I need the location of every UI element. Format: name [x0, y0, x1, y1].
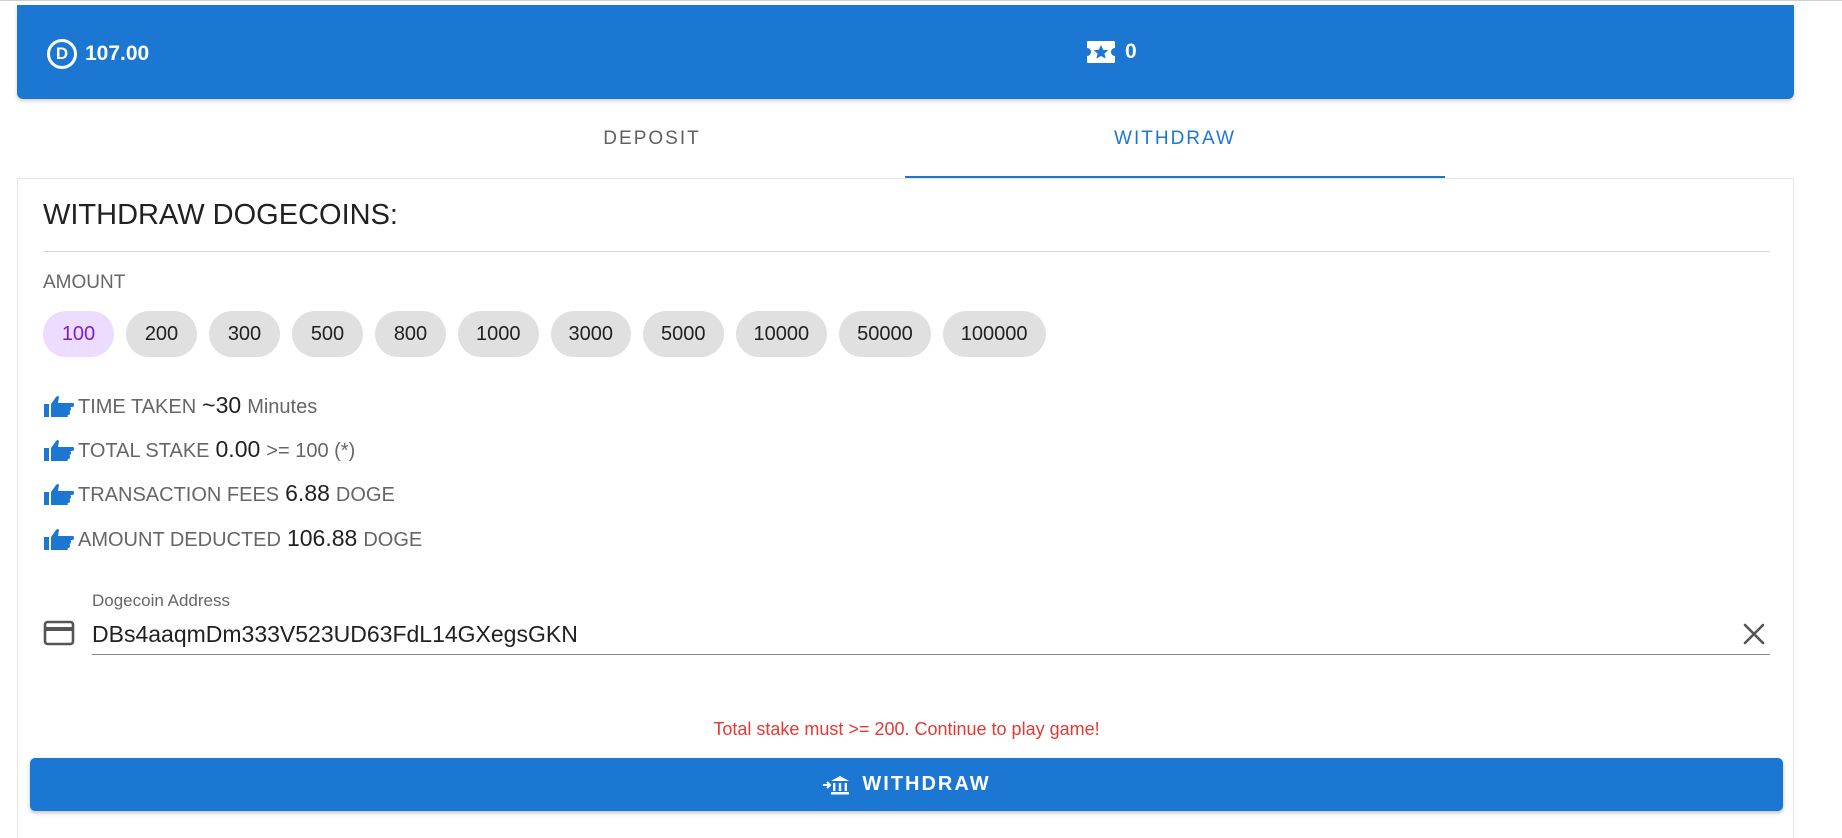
- total-stake-label: TOTAL STAKE: [78, 440, 210, 462]
- time-taken-suffix: Minutes: [247, 396, 318, 418]
- total-stake-value: 0.00: [215, 436, 261, 462]
- balance-bar: D 107.00 0: [17, 5, 1794, 99]
- credit-card-icon: [43, 620, 75, 646]
- page-title: WITHDRAW DOGECOINS:: [43, 199, 398, 231]
- tab-withdraw[interactable]: WITHDRAW: [905, 99, 1445, 179]
- amount-chip-1000[interactable]: 1000: [458, 311, 539, 357]
- ticket-balance-value: 0: [1125, 40, 1137, 63]
- info-transaction-fees: TRANSACTION FEES 6.88 DOGE: [43, 480, 395, 507]
- doge-coin-icon: D: [47, 39, 77, 69]
- amount-deducted-value: 106.88: [286, 525, 358, 551]
- amount-chip-300[interactable]: 300: [209, 311, 280, 357]
- time-taken-label: TIME TAKEN: [78, 396, 197, 418]
- error-message: Total stake must >= 200. Continue to pla…: [713, 719, 1100, 739]
- amount-chip-10000[interactable]: 10000: [735, 311, 828, 357]
- info-time-taken: TIME TAKEN ~30 Minutes: [43, 392, 317, 419]
- transaction-fees-suffix: DOGE: [335, 484, 395, 506]
- amount-chip-800[interactable]: 800: [375, 311, 446, 357]
- thumb-point-icon: [44, 395, 74, 417]
- amount-deducted-label: AMOUNT DEDUCTED: [78, 529, 281, 551]
- amount-chip-100000[interactable]: 100000: [942, 311, 1046, 357]
- amount-chip-50000[interactable]: 50000: [839, 311, 931, 357]
- total-stake-suffix: >= 100 (*): [266, 440, 356, 462]
- doge-balance-value: 107.00: [85, 42, 150, 65]
- bank-transfer-icon: [823, 775, 850, 794]
- amount-chip-100[interactable]: 100: [43, 311, 114, 357]
- doge-balance: D 107.00: [47, 39, 149, 69]
- wallet-tabs: DEPOSIT WITHDRAW: [17, 99, 1794, 179]
- withdraw-button[interactable]: WITHDRAW: [30, 758, 1783, 811]
- info-total-stake: TOTAL STAKE 0.00 >= 100 (*): [43, 436, 355, 463]
- ticket-star-icon: [1087, 41, 1115, 63]
- amount-chip-group: 100 200 300 500 800 1000 3000 5000 10000…: [43, 311, 1046, 357]
- close-icon[interactable]: [1740, 620, 1768, 648]
- info-amount-deducted: AMOUNT DEDUCTED 106.88 DOGE: [43, 525, 422, 552]
- address-field-label: Dogecoin Address: [92, 591, 230, 610]
- amount-deducted-suffix: DOGE: [363, 529, 423, 551]
- transaction-fees-value: 6.88: [285, 480, 330, 506]
- time-taken-value: ~30: [202, 392, 242, 418]
- amount-chip-200[interactable]: 200: [126, 311, 197, 357]
- amount-label: AMOUNT: [43, 272, 126, 293]
- transaction-fees-label: TRANSACTION FEES: [78, 484, 280, 506]
- withdraw-card: WITHDRAW DOGECOINS: AMOUNT 100 200 300 5…: [17, 178, 1794, 838]
- thumb-point-icon: [44, 528, 74, 550]
- amount-chip-3000[interactable]: 3000: [550, 311, 631, 357]
- thumb-point-icon: [44, 439, 74, 461]
- thumb-point-icon: [44, 483, 74, 505]
- dogecoin-address-input[interactable]: [92, 615, 1770, 655]
- amount-chip-5000[interactable]: 5000: [643, 311, 724, 357]
- tab-deposit[interactable]: DEPOSIT: [382, 99, 922, 179]
- title-divider: [43, 251, 1770, 252]
- ticket-balance: 0: [1085, 39, 1137, 65]
- amount-chip-500[interactable]: 500: [292, 311, 363, 357]
- withdraw-button-label: WITHDRAW: [862, 773, 991, 795]
